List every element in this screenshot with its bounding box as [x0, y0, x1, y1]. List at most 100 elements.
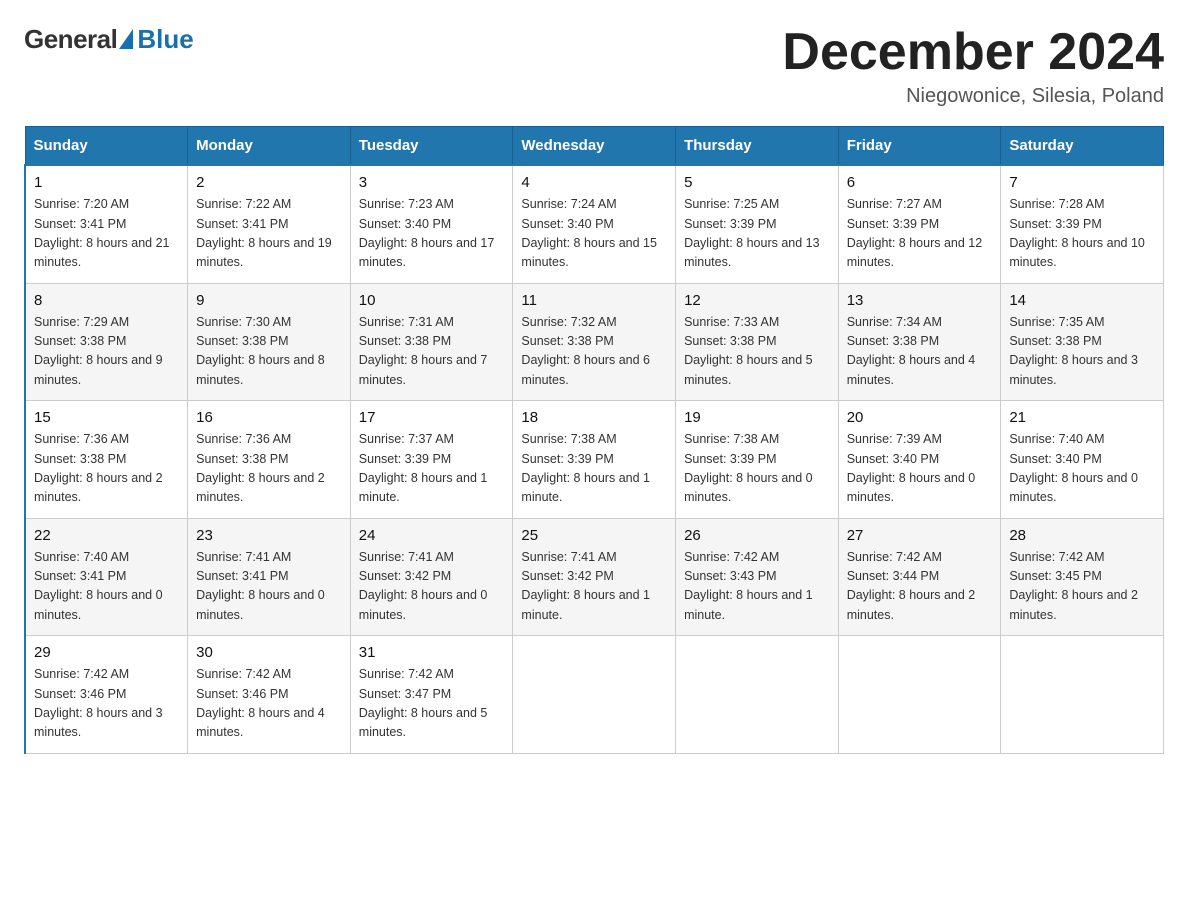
day-number: 11 — [521, 292, 667, 309]
calendar-cell: 9 Sunrise: 7:30 AMSunset: 3:38 PMDaylight… — [188, 283, 351, 401]
header-tuesday: Tuesday — [350, 127, 513, 166]
day-number: 21 — [1009, 409, 1155, 426]
day-number: 28 — [1009, 527, 1155, 544]
day-info: Sunrise: 7:41 AMSunset: 3:42 PMDaylight:… — [521, 548, 667, 626]
day-number: 3 — [359, 174, 505, 191]
calendar-cell: 7 Sunrise: 7:28 AMSunset: 3:39 PMDaylight… — [1001, 165, 1164, 283]
day-info: Sunrise: 7:23 AMSunset: 3:40 PMDaylight:… — [359, 195, 505, 273]
calendar-cell: 18Sunrise: 7:38 AMSunset: 3:39 PMDayligh… — [513, 401, 676, 519]
logo-blue-text: Blue — [137, 24, 193, 55]
calendar-cell — [838, 636, 1001, 754]
day-info: Sunrise: 7:42 AMSunset: 3:45 PMDaylight:… — [1009, 548, 1155, 626]
day-number: 17 — [359, 409, 505, 426]
day-number: 20 — [847, 409, 993, 426]
day-number: 12 — [684, 292, 830, 309]
day-number: 19 — [684, 409, 830, 426]
calendar-cell: 23 Sunrise: 7:41 AMSunset: 3:41 PMDayligh… — [188, 518, 351, 636]
day-info: Sunrise: 7:34 AMSunset: 3:38 PMDaylight:… — [847, 313, 993, 391]
calendar-cell: 28 Sunrise: 7:42 AMSunset: 3:45 PMDayligh… — [1001, 518, 1164, 636]
day-number: 16 — [196, 409, 342, 426]
day-number: 15 — [34, 409, 179, 426]
day-number: 7 — [1009, 174, 1155, 191]
calendar-cell: 31Sunrise: 7:42 AMSunset: 3:47 PMDayligh… — [350, 636, 513, 754]
header-row: SundayMondayTuesdayWednesdayThursdayFrid… — [25, 127, 1164, 166]
calendar-cell: 29 Sunrise: 7:42 AMSunset: 3:46 PMDayligh… — [25, 636, 188, 754]
calendar-cell: 5Sunrise: 7:25 AMSunset: 3:39 PMDaylight… — [676, 165, 839, 283]
calendar-cell: 6 Sunrise: 7:27 AMSunset: 3:39 PMDaylight… — [838, 165, 1001, 283]
day-number: 4 — [521, 174, 667, 191]
day-info: Sunrise: 7:31 AMSunset: 3:38 PMDaylight:… — [359, 313, 505, 391]
calendar-cell: 19 Sunrise: 7:38 AMSunset: 3:39 PMDayligh… — [676, 401, 839, 519]
calendar-cell: 2 Sunrise: 7:22 AMSunset: 3:41 PMDaylight… — [188, 165, 351, 283]
calendar-cell: 10 Sunrise: 7:31 AMSunset: 3:38 PMDayligh… — [350, 283, 513, 401]
day-info: Sunrise: 7:30 AMSunset: 3:38 PMDaylight:… — [196, 313, 342, 391]
day-info: Sunrise: 7:20 AMSunset: 3:41 PMDaylight:… — [34, 195, 179, 273]
day-info: Sunrise: 7:40 AMSunset: 3:41 PMDaylight:… — [34, 548, 179, 626]
day-number: 23 — [196, 527, 342, 544]
calendar-cell: 13 Sunrise: 7:34 AMSunset: 3:38 PMDayligh… — [838, 283, 1001, 401]
calendar-cell: 24Sunrise: 7:41 AMSunset: 3:42 PMDayligh… — [350, 518, 513, 636]
day-info: Sunrise: 7:28 AMSunset: 3:39 PMDaylight:… — [1009, 195, 1155, 273]
calendar-cell: 16 Sunrise: 7:36 AMSunset: 3:38 PMDayligh… — [188, 401, 351, 519]
day-number: 6 — [847, 174, 993, 191]
calendar-cell: 3 Sunrise: 7:23 AMSunset: 3:40 PMDaylight… — [350, 165, 513, 283]
week-row-3: 15 Sunrise: 7:36 AMSunset: 3:38 PMDayligh… — [25, 401, 1164, 519]
day-info: Sunrise: 7:35 AMSunset: 3:38 PMDaylight:… — [1009, 313, 1155, 391]
day-number: 27 — [847, 527, 993, 544]
day-number: 31 — [359, 644, 505, 661]
calendar-cell: 27 Sunrise: 7:42 AMSunset: 3:44 PMDayligh… — [838, 518, 1001, 636]
calendar-cell: 15 Sunrise: 7:36 AMSunset: 3:38 PMDayligh… — [25, 401, 188, 519]
day-number: 25 — [521, 527, 667, 544]
day-number: 29 — [34, 644, 179, 661]
day-number: 30 — [196, 644, 342, 661]
header-wednesday: Wednesday — [513, 127, 676, 166]
day-number: 1 — [34, 174, 179, 191]
day-info: Sunrise: 7:38 AMSunset: 3:39 PMDaylight:… — [521, 430, 667, 508]
logo: General Blue — [24, 24, 194, 55]
day-number: 26 — [684, 527, 830, 544]
location-text: Niegowonice, Silesia, Poland — [782, 85, 1164, 108]
calendar-cell: 12 Sunrise: 7:33 AMSunset: 3:38 PMDayligh… — [676, 283, 839, 401]
week-row-2: 8 Sunrise: 7:29 AMSunset: 3:38 PMDaylight… — [25, 283, 1164, 401]
day-info: Sunrise: 7:24 AMSunset: 3:40 PMDaylight:… — [521, 195, 667, 273]
calendar-cell: 20Sunrise: 7:39 AMSunset: 3:40 PMDayligh… — [838, 401, 1001, 519]
day-info: Sunrise: 7:33 AMSunset: 3:38 PMDaylight:… — [684, 313, 830, 391]
day-number: 22 — [34, 527, 179, 544]
day-info: Sunrise: 7:36 AMSunset: 3:38 PMDaylight:… — [34, 430, 179, 508]
header-saturday: Saturday — [1001, 127, 1164, 166]
day-number: 10 — [359, 292, 505, 309]
day-number: 9 — [196, 292, 342, 309]
header-sunday: Sunday — [25, 127, 188, 166]
day-info: Sunrise: 7:22 AMSunset: 3:41 PMDaylight:… — [196, 195, 342, 273]
calendar-cell: 22 Sunrise: 7:40 AMSunset: 3:41 PMDayligh… — [25, 518, 188, 636]
calendar-cell — [676, 636, 839, 754]
day-number: 24 — [359, 527, 505, 544]
day-info: Sunrise: 7:42 AMSunset: 3:44 PMDaylight:… — [847, 548, 993, 626]
day-info: Sunrise: 7:36 AMSunset: 3:38 PMDaylight:… — [196, 430, 342, 508]
day-info: Sunrise: 7:41 AMSunset: 3:41 PMDaylight:… — [196, 548, 342, 626]
day-info: Sunrise: 7:38 AMSunset: 3:39 PMDaylight:… — [684, 430, 830, 508]
day-number: 2 — [196, 174, 342, 191]
day-number: 5 — [684, 174, 830, 191]
day-number: 13 — [847, 292, 993, 309]
logo-general-text: General — [24, 24, 117, 55]
day-number: 8 — [34, 292, 179, 309]
day-info: Sunrise: 7:42 AMSunset: 3:46 PMDaylight:… — [34, 665, 179, 743]
month-title: December 2024 — [782, 24, 1164, 81]
calendar-cell: 26Sunrise: 7:42 AMSunset: 3:43 PMDayligh… — [676, 518, 839, 636]
day-info: Sunrise: 7:42 AMSunset: 3:46 PMDaylight:… — [196, 665, 342, 743]
calendar-cell: 21Sunrise: 7:40 AMSunset: 3:40 PMDayligh… — [1001, 401, 1164, 519]
day-info: Sunrise: 7:29 AMSunset: 3:38 PMDaylight:… — [34, 313, 179, 391]
week-row-5: 29 Sunrise: 7:42 AMSunset: 3:46 PMDayligh… — [25, 636, 1164, 754]
title-section: December 2024 Niegowonice, Silesia, Pola… — [782, 24, 1164, 108]
day-info: Sunrise: 7:27 AMSunset: 3:39 PMDaylight:… — [847, 195, 993, 273]
calendar-cell: 25 Sunrise: 7:41 AMSunset: 3:42 PMDayligh… — [513, 518, 676, 636]
page-header: General Blue December 2024 Niegowonice, … — [24, 24, 1164, 108]
calendar-cell: 11Sunrise: 7:32 AMSunset: 3:38 PMDayligh… — [513, 283, 676, 401]
calendar-cell — [1001, 636, 1164, 754]
header-friday: Friday — [838, 127, 1001, 166]
calendar-cell: 1 Sunrise: 7:20 AMSunset: 3:41 PMDaylight… — [25, 165, 188, 283]
calendar-cell: 8 Sunrise: 7:29 AMSunset: 3:38 PMDaylight… — [25, 283, 188, 401]
day-number: 14 — [1009, 292, 1155, 309]
logo-triangle-icon — [119, 29, 133, 49]
